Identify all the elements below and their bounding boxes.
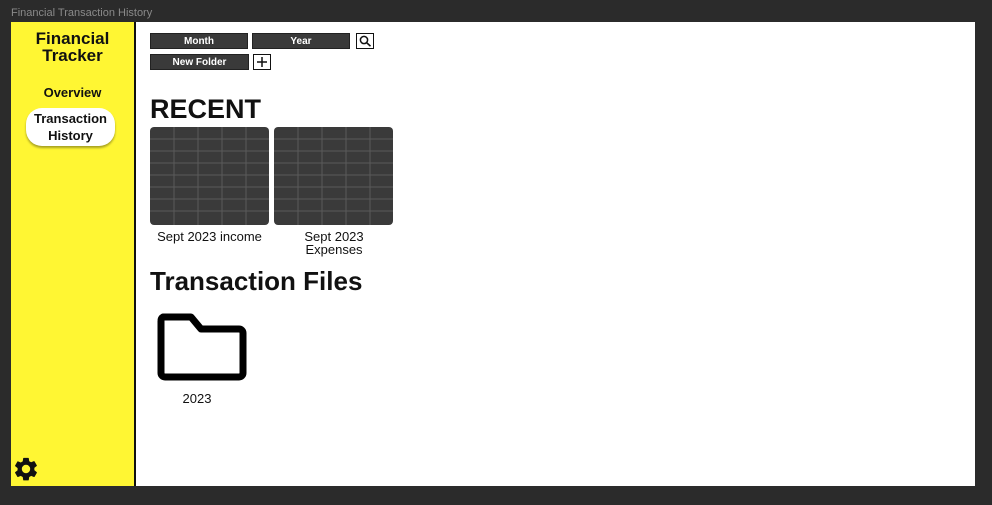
sidebar: Financial Tracker Overview Transaction H… — [11, 22, 136, 486]
folder-icon[interactable] — [157, 313, 247, 388]
month-filter-button[interactable]: Month — [150, 33, 248, 49]
year-filter-button[interactable]: Year — [252, 33, 350, 49]
sidebar-item-overview[interactable]: Overview — [11, 85, 134, 100]
recent-file-name[interactable]: Sept 2023 income — [150, 230, 269, 243]
gear-icon[interactable] — [12, 455, 40, 483]
sidebar-item-label: Transaction History — [34, 111, 107, 143]
folder-name[interactable]: 2023 — [171, 391, 223, 406]
transaction-files-heading: Transaction Files — [150, 266, 363, 296]
window-title: Financial Transaction History — [11, 7, 153, 19]
brand-title: Financial Tracker — [35, 29, 110, 65]
recent-file-name[interactable]: Sept 2023 Expenses — [289, 230, 379, 256]
new-folder-button[interactable]: New Folder — [150, 54, 249, 70]
search-icon[interactable] — [356, 33, 374, 49]
recent-file-thumbnail[interactable] — [274, 127, 393, 225]
app-frame: Financial Tracker Overview Transaction H… — [11, 22, 975, 486]
sidebar-item-transaction-history[interactable]: Transaction History — [26, 108, 115, 146]
recent-file-thumbnail[interactable] — [150, 127, 269, 225]
recent-heading: RECENT — [150, 94, 262, 124]
plus-icon[interactable] — [253, 54, 271, 70]
